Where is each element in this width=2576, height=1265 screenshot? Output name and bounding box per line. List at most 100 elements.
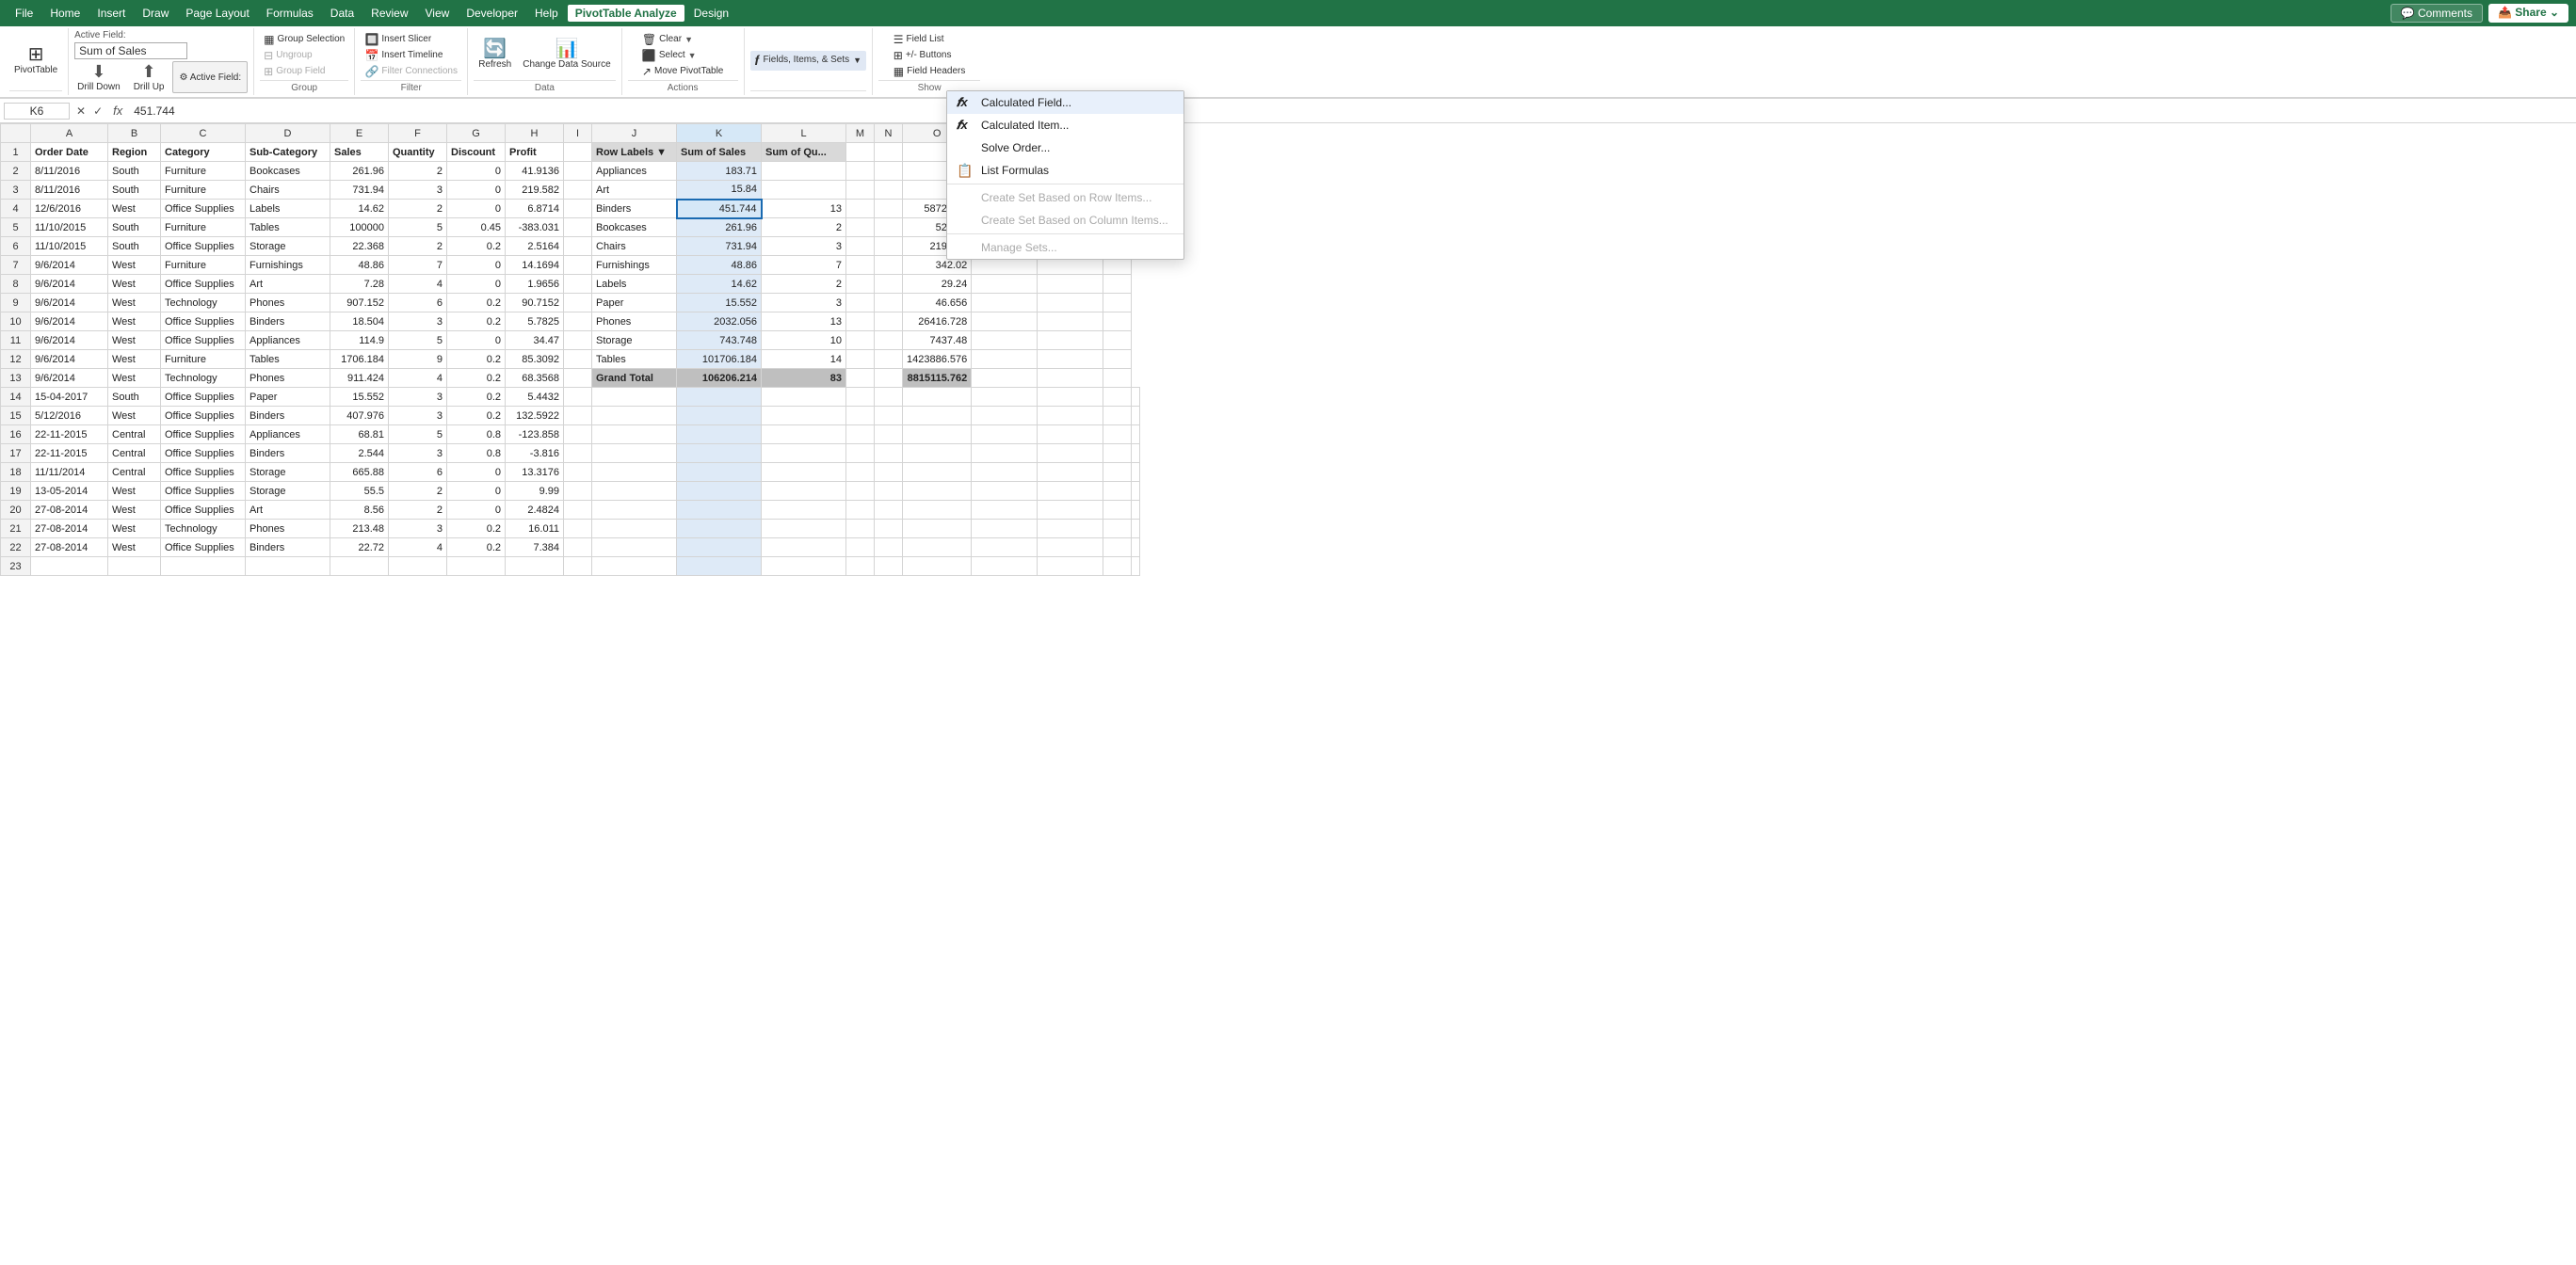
cell-b7[interactable]: West xyxy=(108,256,161,275)
cell-a11[interactable]: 9/6/2014 xyxy=(31,331,108,350)
cell-a9[interactable]: 9/6/2014 xyxy=(31,294,108,312)
cell-a4[interactable]: 12/6/2016 xyxy=(31,200,108,218)
cell-n8[interactable] xyxy=(875,275,903,294)
cell-i22[interactable] xyxy=(564,538,592,557)
cell-extra0-16[interactable] xyxy=(592,425,677,444)
cell-i10[interactable] xyxy=(564,312,592,331)
cell-f10[interactable]: 3 xyxy=(389,312,447,331)
cell-e19[interactable]: 55.5 xyxy=(330,482,389,501)
cell-r12[interactable] xyxy=(1103,350,1132,369)
cell-b9[interactable]: West xyxy=(108,294,161,312)
cell-e4[interactable]: 14.62 xyxy=(330,200,389,218)
cell-g21[interactable]: 0.2 xyxy=(447,520,506,538)
cell-a22[interactable]: 27-08-2014 xyxy=(31,538,108,557)
cell-p22[interactable] xyxy=(1038,538,1103,557)
cell-e12[interactable]: 1706.184 xyxy=(330,350,389,369)
cell-c10[interactable]: Office Supplies xyxy=(161,312,246,331)
pivot-sum-sales[interactable]: 2032.056 xyxy=(677,312,762,331)
solve-order-item[interactable]: Solve Order... xyxy=(947,136,1183,159)
pivot-header-sum-qty[interactable]: Sum of Qu... xyxy=(762,143,846,162)
cell-b12[interactable]: West xyxy=(108,350,161,369)
cell-g7[interactable]: 0 xyxy=(447,256,506,275)
cell-e1[interactable]: Sales xyxy=(330,143,389,162)
cell-e9[interactable]: 907.152 xyxy=(330,294,389,312)
cell-extra0-15[interactable] xyxy=(592,407,677,425)
col-header-l[interactable]: L xyxy=(762,124,846,143)
cell-extra4-20[interactable] xyxy=(875,501,903,520)
cell-i5[interactable] xyxy=(564,218,592,237)
cell-extra2-17[interactable] xyxy=(762,444,846,463)
pivot-sum-sales[interactable]: 451.744 xyxy=(677,200,762,218)
cell-b21[interactable]: West xyxy=(108,520,161,538)
cell-f14[interactable]: 3 xyxy=(389,388,447,407)
cell-i20[interactable] xyxy=(564,501,592,520)
cell-d4[interactable]: Labels xyxy=(246,200,330,218)
cell-d10[interactable]: Binders xyxy=(246,312,330,331)
cell-e5[interactable]: 100000 xyxy=(330,218,389,237)
pivot-header-sum-sales[interactable]: Sum of Sales xyxy=(677,143,762,162)
cell-e18[interactable]: 665.88 xyxy=(330,463,389,482)
cell-b11[interactable]: West xyxy=(108,331,161,350)
pivot-row-label[interactable]: Paper xyxy=(592,294,677,312)
cell-n4[interactable] xyxy=(875,200,903,218)
cell-b19[interactable]: West xyxy=(108,482,161,501)
cell-e6[interactable]: 22.368 xyxy=(330,237,389,256)
cell-p8[interactable] xyxy=(972,275,1038,294)
cell-f18[interactable]: 6 xyxy=(389,463,447,482)
cell-f22[interactable]: 4 xyxy=(389,538,447,557)
cell-d14[interactable]: Paper xyxy=(246,388,330,407)
calculated-item-item[interactable]: 𝒇x Calculated Item... xyxy=(947,114,1183,136)
cell-h13[interactable]: 68.3568 xyxy=(506,369,564,388)
cell-i2[interactable] xyxy=(564,162,592,181)
cell-a18[interactable]: 11/11/2014 xyxy=(31,463,108,482)
cell-i12[interactable] xyxy=(564,350,592,369)
cell-r13[interactable] xyxy=(1103,369,1132,388)
cell-h22[interactable]: 7.384 xyxy=(506,538,564,557)
cell-q16[interactable] xyxy=(1103,425,1132,444)
cell-h3[interactable]: 219.582 xyxy=(506,181,564,200)
pivot-grand-total-sales[interactable]: 106206.214 xyxy=(677,369,762,388)
pivot-row-label[interactable]: Binders xyxy=(592,200,677,218)
pivot-row-label[interactable]: Storage xyxy=(592,331,677,350)
cell-c21[interactable]: Technology xyxy=(161,520,246,538)
cell-n9[interactable] xyxy=(875,294,903,312)
fields-items-sets-dropdown[interactable]: 𝒇x Calculated Field... 𝒇x Calculated Ite… xyxy=(946,90,1184,260)
cell-p18[interactable] xyxy=(1038,463,1103,482)
cell-extra1-16[interactable] xyxy=(677,425,762,444)
cell-m13[interactable] xyxy=(846,369,875,388)
pivot-sum-sales[interactable]: 731.94 xyxy=(677,237,762,256)
cell-h6[interactable]: 2.5164 xyxy=(506,237,564,256)
menu-help[interactable]: Help xyxy=(527,5,566,22)
cell-d6[interactable]: Storage xyxy=(246,237,330,256)
active-field-input[interactable] xyxy=(74,42,187,59)
cell-c4[interactable]: Office Supplies xyxy=(161,200,246,218)
menu-design[interactable]: Design xyxy=(686,5,736,22)
pivot-row-label[interactable]: Appliances xyxy=(592,162,677,181)
pivot-grand-total-label[interactable]: Grand Total xyxy=(592,369,677,388)
insert-slicer-button[interactable]: 🔲 Insert Slicer xyxy=(361,32,461,47)
cell-extra0-14[interactable] xyxy=(592,388,677,407)
ungroup-button[interactable]: ⊟ Ungroup xyxy=(260,48,348,63)
cell-extra0-20[interactable] xyxy=(592,501,677,520)
cell-extra2-21[interactable] xyxy=(762,520,846,538)
cell-e10[interactable]: 18.504 xyxy=(330,312,389,331)
comments-button[interactable]: 💬 Comments xyxy=(2391,4,2483,23)
cell-g3[interactable]: 0 xyxy=(447,181,506,200)
cell-n12[interactable] xyxy=(875,350,903,369)
cell-b4[interactable]: West xyxy=(108,200,161,218)
cell-g5[interactable]: 0.45 xyxy=(447,218,506,237)
pivot-sum-sales[interactable]: 101706.184 xyxy=(677,350,762,369)
cancel-formula-icon[interactable]: ✕ xyxy=(73,104,89,118)
cell-c6[interactable]: Office Supplies xyxy=(161,237,246,256)
cell-r9[interactable] xyxy=(1103,294,1132,312)
cell-extra2-20[interactable] xyxy=(762,501,846,520)
cell-c17[interactable]: Office Supplies xyxy=(161,444,246,463)
cell-g6[interactable]: 0.2 xyxy=(447,237,506,256)
cell-extra3-22[interactable] xyxy=(846,538,875,557)
cell-p16[interactable] xyxy=(1038,425,1103,444)
cell-e23[interactable] xyxy=(330,557,389,576)
cell-extra4-18[interactable] xyxy=(875,463,903,482)
col-header-b[interactable]: B xyxy=(108,124,161,143)
cell-n13[interactable] xyxy=(875,369,903,388)
cell-c3[interactable]: Furniture xyxy=(161,181,246,200)
